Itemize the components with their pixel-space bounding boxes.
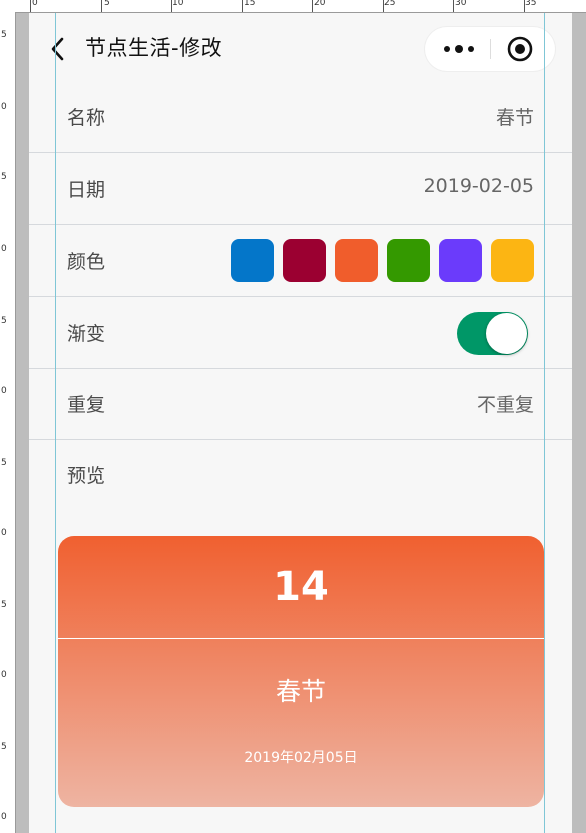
nav-bar: 节点生活-修改 (29, 12, 572, 86)
preview-card: 14 春节 2019年02月05日 (58, 536, 544, 807)
phone-screen: 节点生活-修改 名称 春节 日期 2019-02-05 颜色 渐变 重复 不重复… (29, 12, 572, 833)
ruler-tick (383, 0, 384, 12)
ruler-number: 20 (314, 0, 326, 8)
ruler-tick (30, 0, 31, 12)
gradient-toggle[interactable] (457, 312, 528, 355)
color-swatch-crimson[interactable] (283, 239, 326, 282)
ruler-number: 0 (1, 386, 7, 396)
color-swatch-orange[interactable] (335, 239, 378, 282)
ruler-number: 5 (1, 458, 7, 468)
toggle-knob (486, 313, 527, 354)
ruler-tick (171, 0, 172, 12)
ruler-number: 5 (104, 0, 110, 8)
date-row[interactable]: 日期 2019-02-05 (29, 153, 572, 225)
more-dots-icon[interactable] (439, 37, 479, 61)
ruler-tick (524, 0, 525, 12)
ruler-tick (101, 0, 102, 12)
gradient-label: 渐变 (67, 323, 106, 345)
preview-row: 预览 (29, 439, 572, 510)
ruler-number: 30 (455, 0, 467, 8)
ruler-tick (453, 0, 454, 12)
preview-card-top: 14 (58, 536, 544, 639)
ruler-number: 0 (1, 670, 7, 680)
ruler-number: 0 (1, 812, 7, 822)
ruler-number: 0 (1, 244, 7, 254)
color-swatch-green[interactable] (387, 239, 430, 282)
ruler-number: 15 (244, 0, 256, 8)
capsule-menu (425, 27, 555, 71)
gradient-row: 渐变 (29, 297, 572, 369)
ruler-tick (312, 0, 313, 12)
color-swatch-purple[interactable] (439, 239, 482, 282)
ruler-number: 35 (525, 0, 537, 8)
color-swatches (231, 239, 534, 282)
color-row: 颜色 (29, 225, 572, 297)
ruler-number: 5 (1, 30, 7, 40)
ruler-number: 0 (32, 0, 38, 8)
color-swatch-yellow[interactable] (491, 239, 534, 282)
page-title: 节点生活-修改 (85, 36, 223, 60)
color-swatch-blue[interactable] (231, 239, 274, 282)
ruler-left: 5 0 5 0 5 0 5 0 5 0 5 0 (0, 12, 16, 833)
ruler-top: 0 5 10 15 20 25 30 35 (0, 0, 586, 13)
event-date: 2019年02月05日 (244, 750, 358, 766)
ruler-number: 0 (1, 528, 7, 538)
ruler-tick (242, 0, 243, 12)
event-name: 春节 (275, 677, 326, 706)
guide-line (544, 12, 545, 833)
repeat-row[interactable]: 重复 不重复 (29, 368, 572, 440)
date-label: 日期 (67, 179, 106, 201)
color-label: 颜色 (67, 251, 106, 273)
name-label: 名称 (67, 107, 106, 129)
ruler-number: 5 (1, 172, 7, 182)
days-count: 14 (273, 564, 329, 610)
ruler-number: 0 (1, 102, 7, 112)
chevron-left-icon[interactable] (49, 36, 67, 62)
ruler-number: 10 (172, 0, 184, 8)
guide-line (55, 12, 56, 833)
ruler-number: 25 (384, 0, 396, 8)
capsule-divider (490, 39, 491, 59)
name-value[interactable]: 春节 (496, 103, 534, 130)
ruler-number: 5 (1, 316, 7, 326)
repeat-value[interactable]: 不重复 (477, 390, 534, 417)
repeat-label: 重复 (67, 394, 106, 416)
name-row[interactable]: 名称 春节 (29, 81, 572, 153)
ruler-number: 5 (1, 742, 7, 752)
target-circle-icon[interactable] (507, 36, 533, 62)
ruler-number: 5 (1, 600, 7, 610)
preview-label: 预览 (67, 465, 106, 487)
date-value[interactable]: 2019-02-05 (424, 175, 534, 197)
